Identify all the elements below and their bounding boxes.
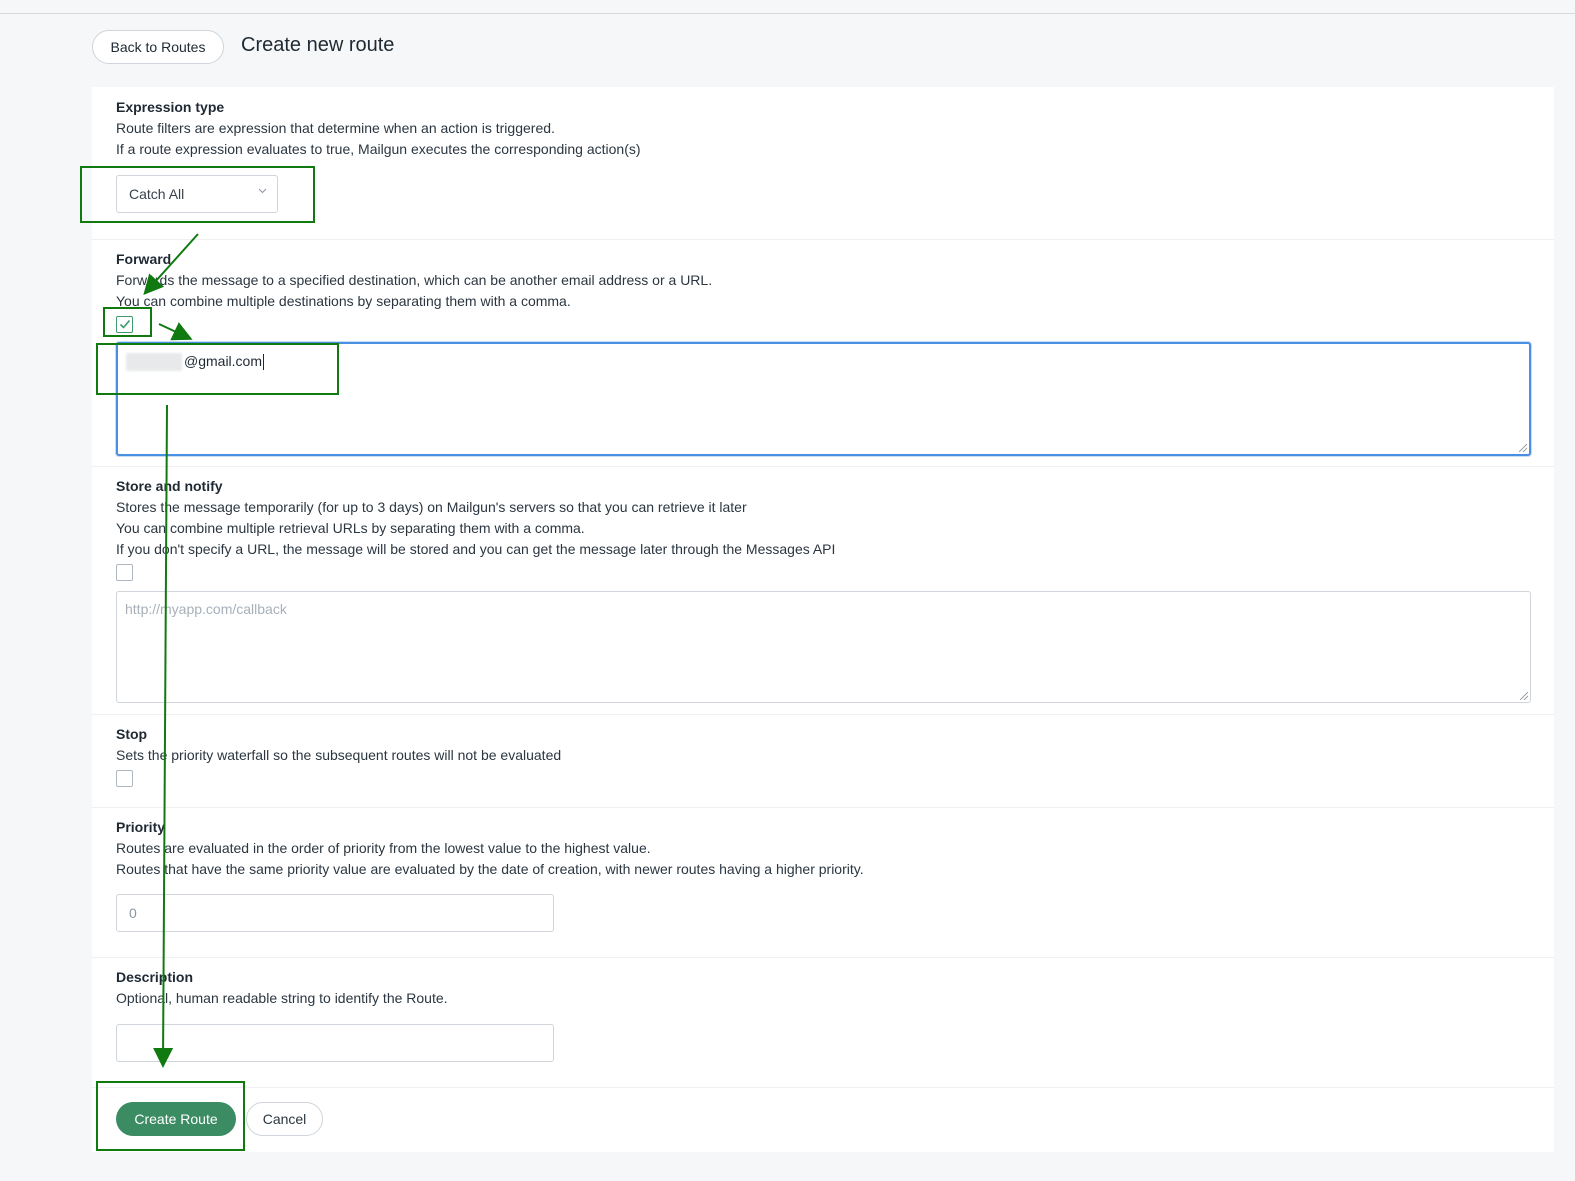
annotation-arrows <box>143 233 199 1068</box>
annotation-arrow <box>143 233 199 295</box>
annotation-arrow <box>158 322 193 341</box>
annotation-arrow <box>153 404 174 1068</box>
